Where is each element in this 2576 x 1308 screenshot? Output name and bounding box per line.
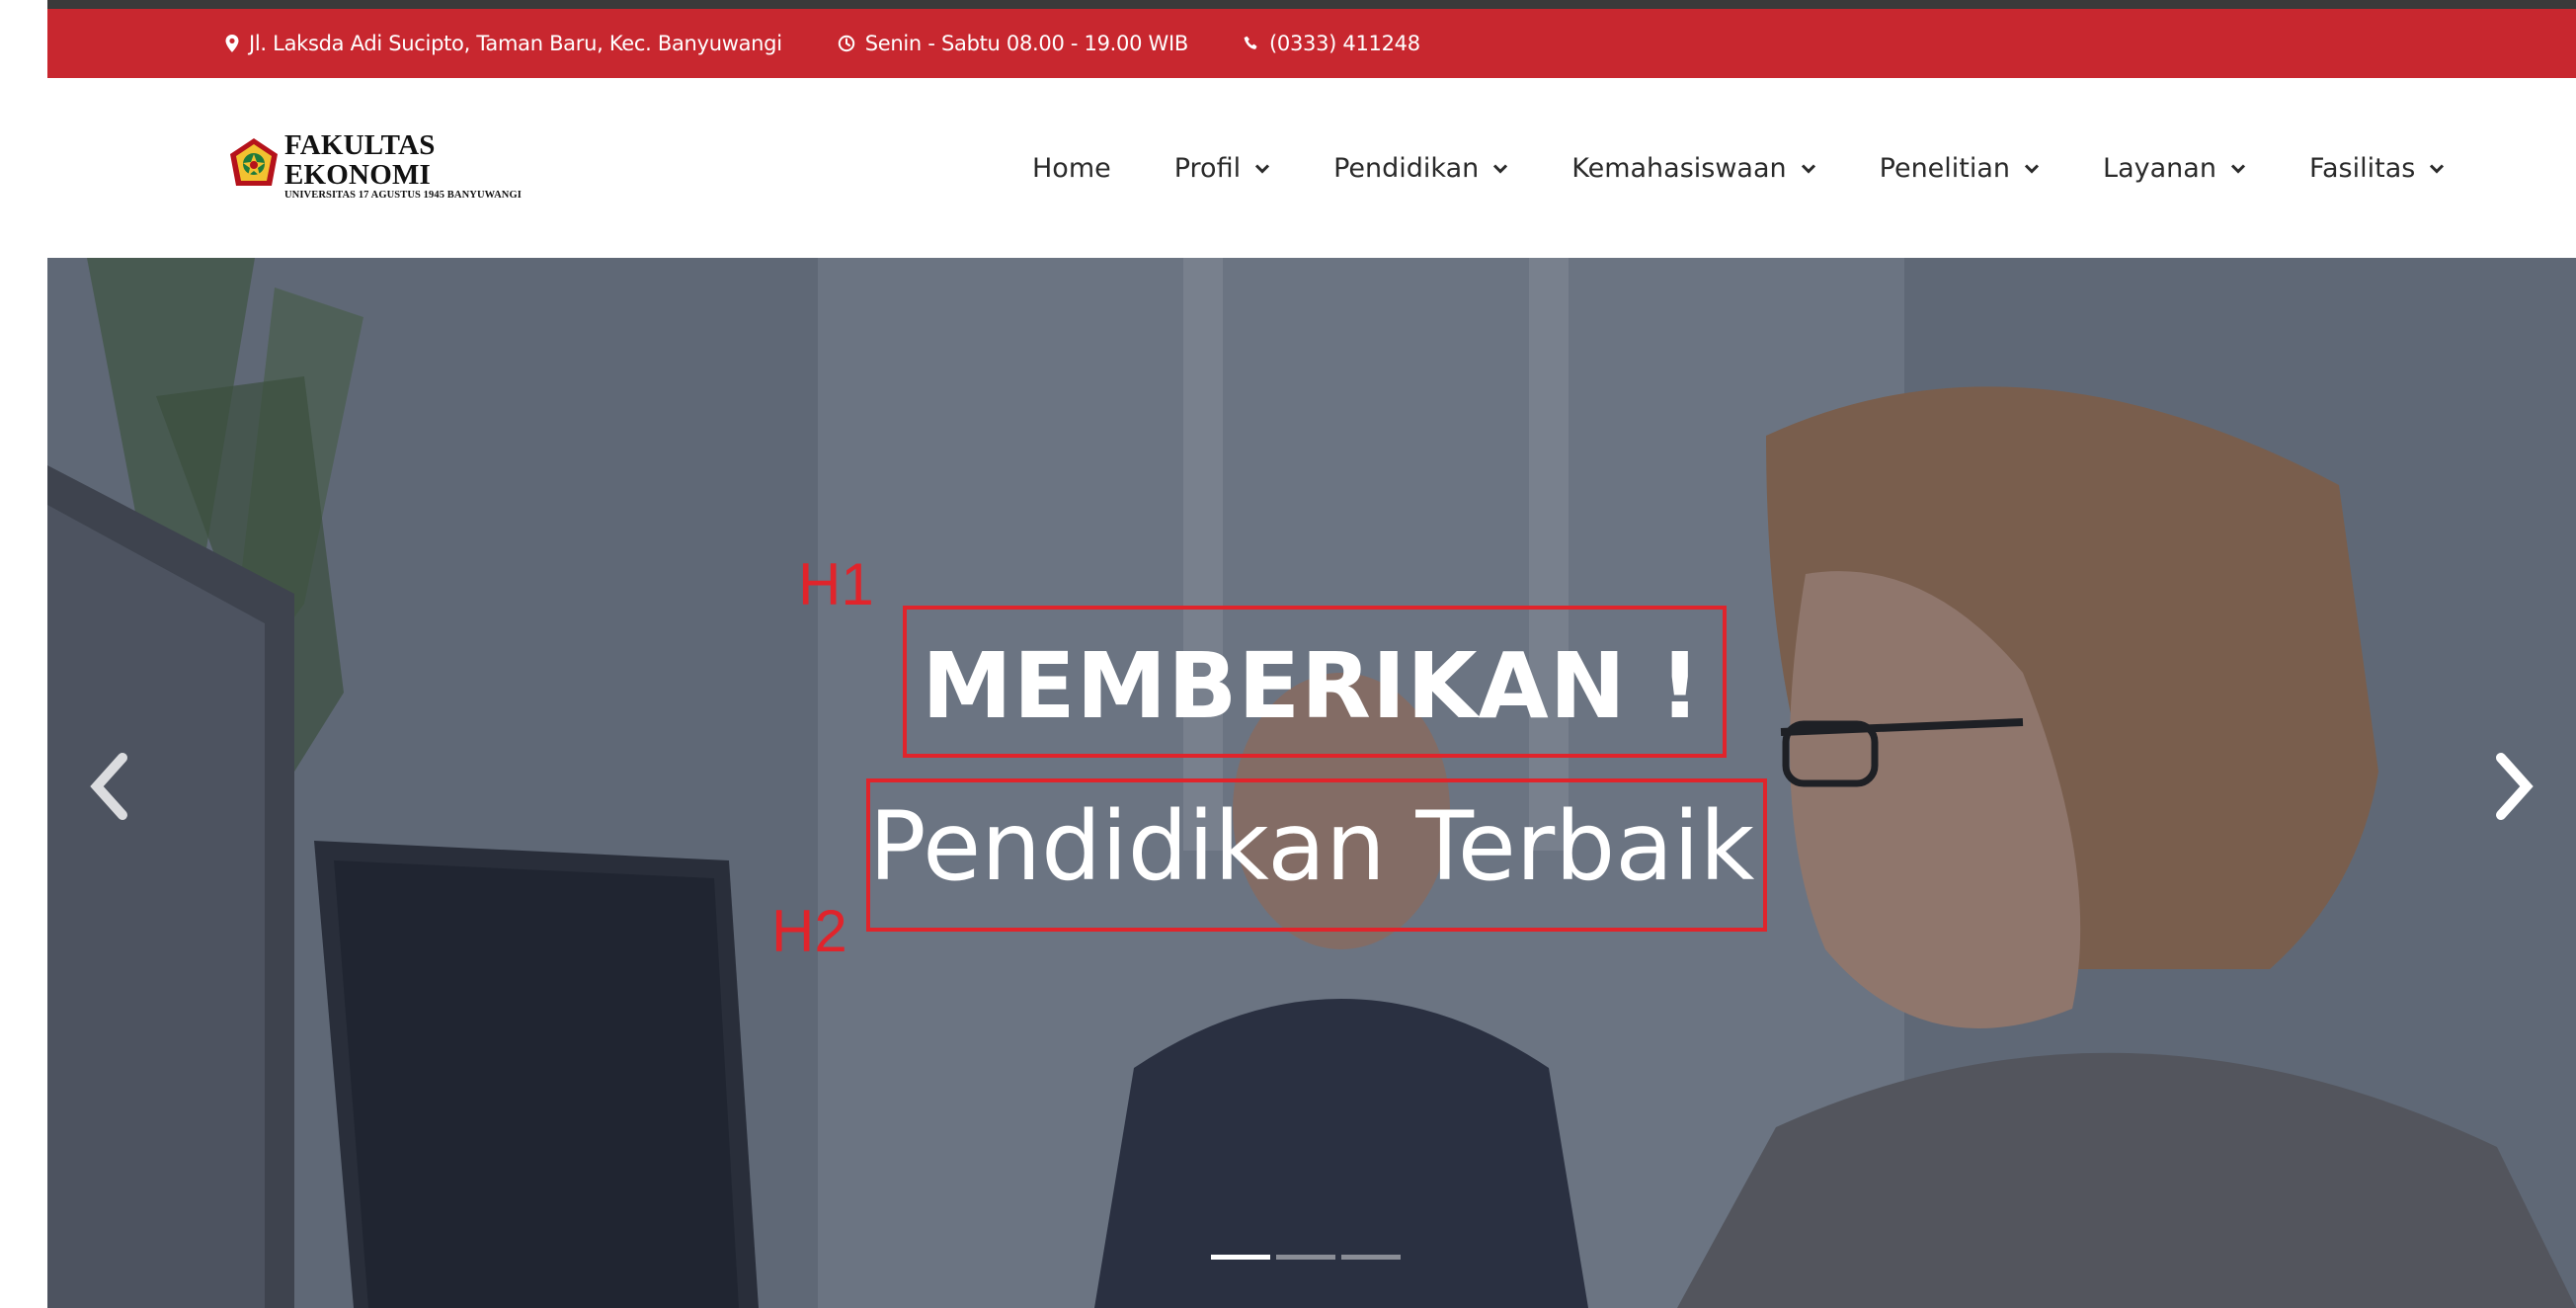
chevron-down-icon	[1493, 164, 1508, 174]
university-emblem-icon	[230, 138, 278, 186]
page: Jl. Laksda Adi Sucipto, Taman Baru, Kec.…	[0, 0, 2576, 1308]
nav-item-label: Penelitian	[1879, 152, 2011, 184]
info-topbar: Jl. Laksda Adi Sucipto, Taman Baru, Kec.…	[47, 9, 2576, 78]
next-slide-button[interactable]	[2491, 752, 2536, 826]
nav-item-pendidikan[interactable]: Pendidikan	[1333, 153, 1508, 184]
slide-indicator-1[interactable]	[1211, 1255, 1270, 1260]
chevron-down-icon	[1801, 164, 1815, 174]
logo-title: FAKULTAS EKONOMI	[284, 129, 436, 191]
h2-annotation-box	[866, 778, 1767, 932]
phone-text[interactable]: (0333) 411248	[1269, 32, 1420, 55]
main-menu: Home Profil Pendidikan Kemahasiswaan Pen…	[1032, 78, 2508, 258]
slide-indicator-2[interactable]	[1276, 1255, 1335, 1260]
phone-info[interactable]: (0333) 411248	[1244, 32, 1420, 55]
site-frame: Jl. Laksda Adi Sucipto, Taman Baru, Kec.…	[47, 0, 2576, 1308]
phone-icon	[1244, 36, 1257, 49]
site-logo[interactable]: FAKULTAS EKONOMI UNIVERSITAS 17 AGUSTUS …	[225, 130, 561, 201]
logo-subtitle: UNIVERSITAS 17 AGUSTUS 1945 BANYUWANGI	[284, 190, 522, 201]
left-gutter	[0, 0, 47, 1308]
address-text: Jl. Laksda Adi Sucipto, Taman Baru, Kec.…	[249, 32, 782, 55]
chevron-down-icon	[2230, 164, 2245, 174]
main-navbar: FAKULTAS EKONOMI UNIVERSITAS 17 AGUSTUS …	[47, 78, 2576, 258]
nav-item-fasilitas[interactable]: Fasilitas	[2309, 153, 2445, 184]
prev-slide-button[interactable]	[87, 752, 132, 826]
top-strip	[47, 0, 2576, 9]
chevron-down-icon	[2430, 164, 2445, 174]
h1-annotation-label: H1	[798, 551, 874, 617]
nav-item-label: Kemahasiswaan	[1571, 152, 1787, 184]
nav-item-label: Layanan	[2103, 152, 2216, 184]
nav-item-profil[interactable]: Profil	[1174, 153, 1270, 184]
nav-item-label: Home	[1032, 152, 1111, 184]
slide-indicators	[1211, 1255, 1407, 1260]
logo-text: FAKULTAS EKONOMI UNIVERSITAS 17 AGUSTUS …	[284, 130, 561, 202]
chevron-right-icon	[2496, 753, 2534, 820]
nav-item-label: Profil	[1173, 152, 1242, 184]
nav-item-kemahasiswaan[interactable]: Kemahasiswaan	[1571, 153, 1815, 184]
nav-item-label: Pendidikan	[1333, 152, 1480, 184]
hero-slider: MEMBERIKAN ! Pendidikan Terbaik H1 H2	[47, 258, 2576, 1308]
address-info: Jl. Laksda Adi Sucipto, Taman Baru, Kec.…	[225, 32, 782, 55]
nav-item-layanan[interactable]: Layanan	[2103, 153, 2246, 184]
map-marker-icon	[225, 35, 239, 52]
chevron-left-icon	[90, 753, 127, 820]
nav-item-penelitian[interactable]: Penelitian	[1880, 153, 2040, 184]
chevron-down-icon	[2024, 164, 2040, 174]
hours-text: Senin - Sabtu 08.00 - 19.00 WIB	[864, 32, 1189, 55]
nav-item-home[interactable]: Home	[1032, 153, 1111, 184]
h1-annotation-box	[903, 606, 1727, 758]
nav-item-label: Fasilitas	[2308, 152, 2416, 184]
chevron-down-icon	[1255, 164, 1270, 174]
clock-icon	[838, 35, 854, 52]
h2-annotation-label: H2	[771, 898, 847, 964]
slide-indicator-3[interactable]	[1341, 1255, 1401, 1260]
hours-info: Senin - Sabtu 08.00 - 19.00 WIB	[838, 32, 1188, 55]
